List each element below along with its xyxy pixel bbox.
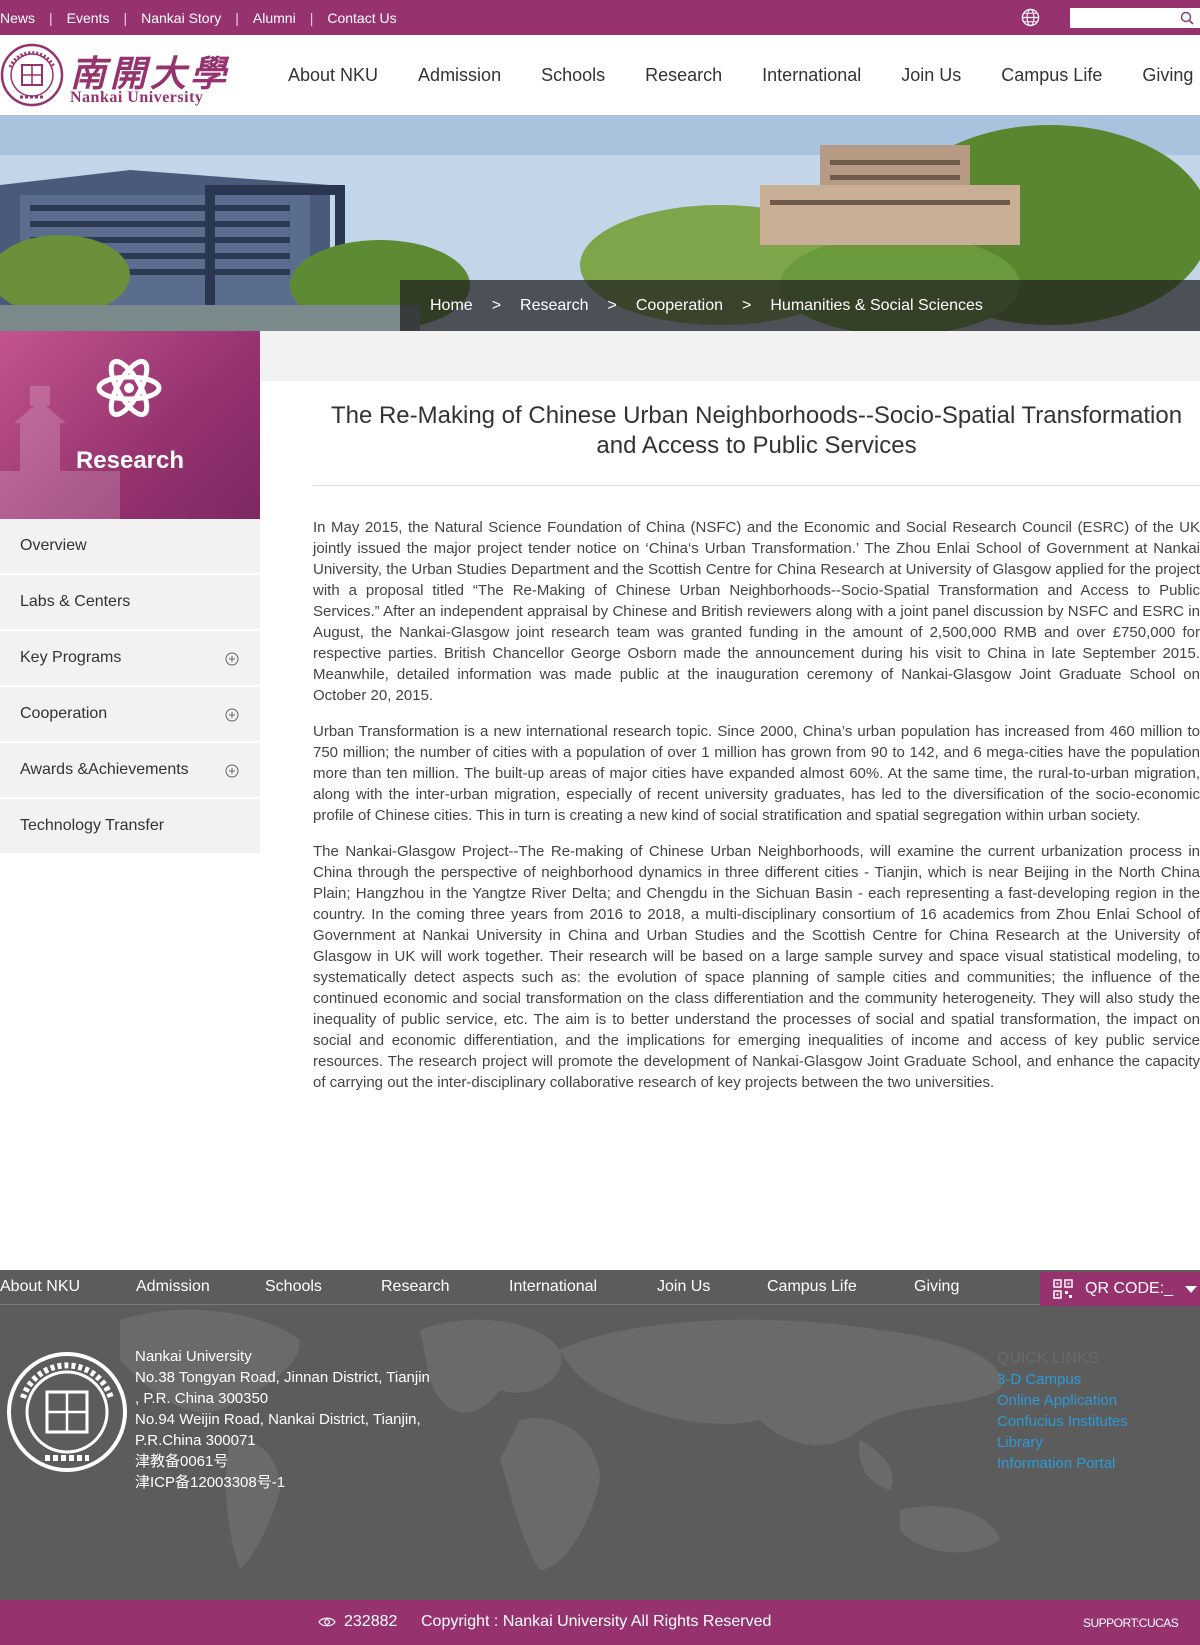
sidebar-item-label: Awards &Achievements xyxy=(20,761,189,778)
bottom-bar: 232882 Copyright : Nankai University All… xyxy=(0,1600,1200,1645)
logo-english-name[interactable]: Nankai University xyxy=(70,89,203,107)
university-seal-logo xyxy=(7,1352,127,1472)
plus-circle-icon[interactable] xyxy=(225,708,239,722)
breadcrumb-separator: > xyxy=(742,296,752,314)
footer-nav-admission[interactable]: Admission xyxy=(136,1278,265,1296)
nav-admission[interactable]: Admission xyxy=(418,65,501,86)
sidebar-item-label: Cooperation xyxy=(20,705,108,722)
sidebar-title: Research xyxy=(75,447,185,474)
atom-icon xyxy=(96,358,162,418)
quick-links: QUICK LINKS 3-D Campus Online Applicatio… xyxy=(997,1348,1128,1474)
site-header: 南開大學 Nankai University About NKU Admissi… xyxy=(0,35,1200,115)
sidebar-item-label: Overview xyxy=(20,537,87,554)
main-nav: About NKU Admission Schools Research Int… xyxy=(288,35,1200,115)
support-credit[interactable]: SUPPORT:CUCAS xyxy=(1083,1616,1179,1630)
top-link-nankai-story[interactable]: Nankai Story xyxy=(141,10,221,26)
footer-nav: About NKU Admission Schools Research Int… xyxy=(0,1270,1200,1305)
separator: | xyxy=(123,9,128,26)
breadcrumb-research[interactable]: Research xyxy=(520,297,588,315)
nav-international[interactable]: International xyxy=(762,65,861,86)
breadcrumb-separator: > xyxy=(607,296,617,314)
site-footer: About NKU Admission Schools Research Int… xyxy=(0,1270,1200,1600)
qr-code-label: QR CODE:_ xyxy=(1085,1280,1174,1297)
separator: | xyxy=(49,9,53,26)
view-counter: 232882 xyxy=(318,1613,397,1631)
article-paragraph: In May 2015, the Natural Science Foundat… xyxy=(313,519,1200,704)
plus-circle-icon[interactable] xyxy=(225,764,239,778)
address-line: No.38 Tongyan Road, Jinnan District, Tia… xyxy=(135,1369,430,1386)
separator: | xyxy=(309,9,314,26)
sidebar-item-label: Key Programs xyxy=(20,649,122,666)
address-line: No.94 Weijin Road, Nankai District, Tian… xyxy=(135,1411,421,1428)
nav-join-us[interactable]: Join Us xyxy=(901,65,961,86)
title-divider xyxy=(313,485,1200,486)
breadcrumb-current[interactable]: Humanities & Social Sciences xyxy=(770,297,983,315)
qr-code-button[interactable]: QR CODE:_ xyxy=(1040,1272,1200,1306)
nav-research[interactable]: Research xyxy=(645,65,722,86)
qr-code-icon xyxy=(1053,1279,1073,1299)
sidebar-item-label: Technology Transfer xyxy=(20,817,165,834)
quick-link-library[interactable]: Library xyxy=(997,1432,1128,1453)
sidebar-item-cooperation[interactable]: Cooperation xyxy=(0,687,260,743)
top-link-news[interactable]: News xyxy=(0,10,35,26)
sidebar-menu: Overview Labs & Centers Key Programs Coo… xyxy=(0,519,260,855)
address-line: 津教备0061号 xyxy=(135,1453,229,1470)
footer-nav-schools[interactable]: Schools xyxy=(265,1278,381,1296)
university-seal-logo[interactable] xyxy=(0,43,64,107)
top-link-alumni[interactable]: Alumni xyxy=(253,10,296,26)
nav-schools[interactable]: Schools xyxy=(541,65,605,86)
chevron-down-icon xyxy=(1185,1285,1198,1293)
article-paragraph: The Nankai-Glasgow Project--The Re-makin… xyxy=(313,843,1200,1091)
content-header-strip xyxy=(260,331,1200,381)
sidebar-item-labs-centers[interactable]: Labs & Centers xyxy=(0,575,260,631)
globe-icon[interactable] xyxy=(1021,8,1040,27)
sidebar-item-awards-achievements[interactable]: Awards &Achievements xyxy=(0,743,260,799)
breadcrumb-cooperation[interactable]: Cooperation xyxy=(636,297,723,315)
sidebar-item-overview[interactable]: Overview xyxy=(0,519,260,575)
article-title: The Re-Making of Chinese Urban Neighborh… xyxy=(330,402,1183,459)
quick-links-title: QUICK LINKS xyxy=(997,1350,1099,1367)
nav-giving[interactable]: Giving xyxy=(1142,65,1193,86)
footer-nav-about-nku[interactable]: About NKU xyxy=(0,1278,136,1296)
quick-link-information-portal[interactable]: Information Portal xyxy=(997,1453,1128,1474)
breadcrumb-home[interactable]: Home xyxy=(430,297,473,315)
view-count: 232882 xyxy=(344,1613,398,1630)
address-line: P.R.China 300071 xyxy=(135,1432,256,1449)
copyright-text: Copyright : Nankai University All Rights… xyxy=(421,1613,772,1630)
top-link-contact-us[interactable]: Contact Us xyxy=(327,10,396,26)
address-line: , P.R. China 300350 xyxy=(135,1390,269,1407)
top-bar: News | Events | Nankai Story | Alumni | … xyxy=(0,0,1200,35)
quick-link-3d-campus[interactable]: 3-D Campus xyxy=(997,1369,1128,1390)
footer-address: Nankai University No.38 Tongyan Road, Ji… xyxy=(135,1346,430,1493)
address-line[interactable]: 津ICP备12003308号-1 xyxy=(135,1472,430,1493)
nav-campus-life[interactable]: Campus Life xyxy=(1001,65,1102,86)
footer-nav-campus-life[interactable]: Campus Life xyxy=(767,1278,914,1296)
breadcrumb-separator: > xyxy=(491,296,502,314)
footer-nav-research[interactable]: Research xyxy=(381,1278,509,1296)
address-line: Nankai University xyxy=(135,1348,252,1365)
breadcrumb: Home > Research > Cooperation > Humaniti… xyxy=(400,280,1200,331)
sidebar-item-label: Labs & Centers xyxy=(20,593,131,610)
footer-nav-international[interactable]: International xyxy=(509,1278,657,1296)
quick-link-confucius-institutes[interactable]: Confucius Institutes xyxy=(997,1411,1128,1432)
search-icon[interactable] xyxy=(1180,11,1194,25)
search-box xyxy=(1070,8,1200,28)
article-body: In May 2015, the Natural Science Foundat… xyxy=(313,517,1200,1108)
campus-banner-image: Home > Research > Cooperation > Humaniti… xyxy=(0,115,1200,331)
quick-link-online-application[interactable]: Online Application xyxy=(997,1390,1128,1411)
article-paragraph: Urban Transformation is a new internatio… xyxy=(313,723,1200,824)
footer-nav-giving[interactable]: Giving xyxy=(914,1278,959,1296)
nav-about-nku[interactable]: About NKU xyxy=(288,65,378,86)
separator: | xyxy=(235,9,239,26)
sidebar-header: Research xyxy=(0,331,260,519)
top-link-events[interactable]: Events xyxy=(67,10,110,26)
eye-icon xyxy=(318,1617,336,1627)
top-links: News | Events | Nankai Story | Alumni | … xyxy=(0,0,397,35)
plus-circle-icon[interactable] xyxy=(225,652,239,666)
sidebar-item-key-programs[interactable]: Key Programs xyxy=(0,631,260,687)
sidebar-item-technology-transfer[interactable]: Technology Transfer xyxy=(0,799,260,855)
footer-nav-join-us[interactable]: Join Us xyxy=(657,1278,767,1296)
